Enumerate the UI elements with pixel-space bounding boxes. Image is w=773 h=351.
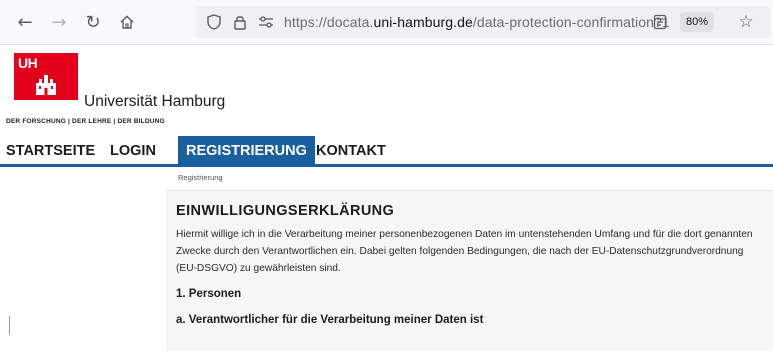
nav-item-login[interactable]: LOGIN: [110, 136, 156, 166]
url-domain: uni-hamburg.de: [373, 14, 473, 30]
university-logo[interactable]: UH: [14, 53, 78, 100]
url-path: /data-protection-confirmation?1: [472, 14, 670, 30]
browser-toolbar: ← → ↻ https://docata.uni-hamburg.de/data…: [0, 0, 773, 45]
zoom-level-button[interactable]: 80%: [680, 12, 714, 32]
home-button[interactable]: [114, 9, 140, 35]
star-icon: ☆: [738, 12, 754, 32]
window-edge: [9, 316, 10, 335]
nav-item-startseite[interactable]: STARTSEITE: [6, 136, 95, 166]
breadcrumb[interactable]: Registrierung: [178, 173, 223, 182]
logo-text: UH: [18, 55, 38, 71]
url-prefix: https://docata.: [284, 14, 374, 30]
city-hall-icon: [36, 75, 56, 95]
back-button[interactable]: ←: [12, 9, 38, 35]
reader-view-button[interactable]: [650, 12, 670, 32]
nav-item-registrierung[interactable]: REGISTRIERUNG: [178, 136, 315, 166]
home-icon: [120, 15, 134, 29]
bookmark-button[interactable]: ☆: [736, 12, 756, 32]
university-tagline: DER FORSCHUNG | DER LEHRE | DER BILDUNG: [6, 118, 165, 125]
permissions-icon: [259, 16, 273, 28]
permissions-button[interactable]: [256, 12, 276, 32]
url-bar[interactable]: https://docata.uni-hamburg.de/data-prote…: [196, 6, 770, 38]
page-title: EINWILLIGUNGSERKLÄRUNG: [176, 203, 395, 219]
nav-underline: [0, 164, 773, 167]
reader-view-icon: [653, 14, 667, 30]
url-text[interactable]: https://docata.uni-hamburg.de/data-prote…: [284, 14, 670, 30]
lock-icon: [234, 16, 246, 30]
forward-button[interactable]: →: [46, 9, 72, 35]
arrow-left-icon: ←: [17, 11, 33, 33]
web-page: UH Universität Hamburg DER FORSCHUNG | D…: [0, 45, 773, 351]
intro-paragraph: Hiermit willige ich in die Verarbeitung …: [176, 229, 753, 274]
reload-button[interactable]: ↻: [80, 9, 106, 35]
arrow-right-icon: →: [51, 11, 67, 33]
tracking-protection-button[interactable]: [204, 12, 224, 32]
subsection-heading-controller: a. Verantwortlicher für die Verarbeitung…: [176, 314, 484, 326]
university-name: Universität Hamburg: [84, 93, 226, 110]
consent-content: EINWILLIGUNGSERKLÄRUNG Hiermit willige i…: [166, 190, 773, 351]
shield-icon: [207, 14, 221, 30]
site-security-button[interactable]: [230, 12, 250, 32]
section-heading-persons: 1. Personen: [176, 288, 242, 300]
reload-icon: ↻: [85, 11, 101, 33]
main-navigation: STARTSEITE LOGIN REGISTRIERUNG KONTAKT: [0, 136, 773, 166]
nav-item-kontakt[interactable]: KONTAKT: [316, 136, 386, 166]
